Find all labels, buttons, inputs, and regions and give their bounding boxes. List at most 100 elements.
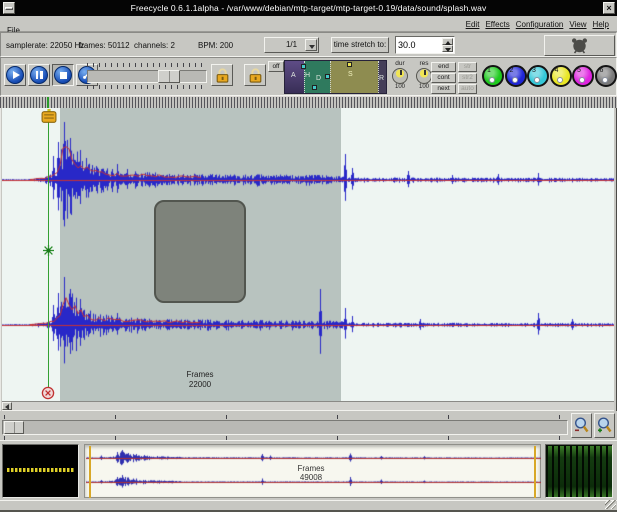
lock-right-button[interactable] — [244, 64, 266, 86]
slice-group-button-5[interactable]: 5 — [572, 65, 594, 87]
stop-button[interactable] — [52, 64, 74, 86]
menu-view[interactable]: View — [569, 20, 586, 29]
alarm-clock-icon — [570, 37, 589, 54]
volume-slider[interactable] — [87, 70, 207, 83]
slice-group-button-4[interactable]: 4 — [550, 65, 572, 87]
menu-configuration[interactable]: Configuration — [516, 20, 564, 29]
envelope-handle[interactable] — [325, 74, 330, 79]
slice-led-dashes — [7, 468, 75, 472]
zoom-slider[interactable] — [2, 420, 568, 435]
knob-dur-dial[interactable] — [392, 68, 408, 84]
spin-down-button[interactable] — [442, 45, 453, 52]
magnifier-plus-icon — [596, 416, 613, 435]
overview-frames-label: Frames — [261, 464, 361, 473]
mode-button-end[interactable]: end — [431, 62, 456, 72]
zoom-ticks-top — [4, 415, 564, 419]
zoom-in-button[interactable] — [594, 413, 615, 438]
menu-help[interactable]: Help — [593, 20, 609, 29]
envelope-label-a: A — [291, 72, 296, 79]
frames-readout-value: 22000 — [154, 380, 246, 390]
play-button[interactable] — [4, 64, 26, 86]
zoom-out-button[interactable] — [571, 413, 592, 438]
overview-start-marker[interactable] — [89, 446, 91, 498]
envelope-off-button[interactable]: off — [268, 61, 284, 72]
padlock-icon — [247, 67, 264, 84]
waveform-display[interactable]: Frames 22000 — [2, 108, 614, 401]
fraction-dropdown[interactable]: 1/1 — [264, 37, 319, 53]
menu-effects[interactable]: Effects — [485, 20, 509, 29]
resize-grip[interactable] — [605, 500, 616, 509]
arrow-left-icon — [5, 404, 9, 410]
cursor-mid-marker[interactable] — [42, 244, 55, 262]
cursor-grip-icon — [41, 109, 57, 125]
play-icon — [6, 66, 24, 84]
channels-label: channels: 2 — [134, 41, 175, 50]
window-menu-icon[interactable] — [3, 2, 15, 14]
stop-icon — [54, 66, 72, 84]
pause-icon — [30, 66, 48, 84]
spin-up-button[interactable] — [442, 38, 453, 45]
remove-cursor-icon — [41, 386, 55, 400]
mode-button-cont[interactable]: cont — [431, 73, 456, 83]
horizontal-scrollbar[interactable] — [2, 401, 614, 411]
scroll-left-button[interactable] — [2, 402, 12, 410]
menu-edit[interactable]: Edit — [466, 20, 480, 29]
overview-end-marker[interactable] — [534, 446, 536, 498]
envelope-handle[interactable] — [312, 85, 317, 90]
frames-label: frames: 50112 — [79, 41, 130, 50]
bpm-label: BPM: 200 — [198, 41, 233, 50]
time-stretch-button[interactable]: time stretch to: — [331, 37, 389, 53]
volume-slider-handle[interactable] — [158, 70, 180, 83]
pause-button[interactable] — [28, 64, 50, 86]
slice-group-button-1[interactable]: 1 — [482, 65, 504, 87]
slice-group-number: 6 — [600, 67, 604, 74]
timeline-ruler[interactable] — [0, 96, 617, 108]
zoom-slider-handle[interactable] — [4, 421, 24, 434]
knob-dur-label: dur — [389, 60, 411, 67]
overview-waveform[interactable]: Frames 49008 — [84, 444, 541, 498]
slice-group-button-6[interactable]: 6 — [595, 65, 617, 87]
overview-frames-readout: Frames 49008 — [261, 464, 361, 482]
slice-group-number: 2 — [510, 67, 514, 74]
cursor-handle[interactable] — [41, 109, 57, 130]
frames-readout: Frames 22000 — [154, 370, 246, 390]
envelope-editor[interactable]: AHDSR — [284, 60, 387, 94]
frames-readout-label: Frames — [154, 370, 246, 380]
envelope-label-h: H — [305, 72, 310, 79]
fraction-value: 1/1 — [286, 40, 297, 49]
window-menu-glyph — [5, 7, 13, 10]
envelope-label-s: S — [348, 71, 353, 78]
menu-bar: File EditEffectsConfigurationViewHelp — [0, 16, 617, 32]
slice-group-indicator — [489, 77, 495, 83]
slice-group-number: 4 — [555, 67, 559, 74]
slice-handle[interactable] — [154, 200, 246, 303]
slice-group-number: 5 — [577, 67, 581, 74]
mode-button-auto: auto — [458, 84, 477, 94]
freecycle-window: Freecycle 0.6.1.1alpha - /var/www/debian… — [0, 0, 617, 512]
envelope-handle[interactable] — [347, 62, 352, 67]
slice-group-button-3[interactable]: 3 — [527, 65, 549, 87]
envelope-handle[interactable] — [301, 64, 306, 69]
cursor-delete-marker[interactable] — [41, 386, 55, 401]
slice-group-number: 1 — [487, 67, 491, 74]
envelope-sustain-zone — [330, 61, 378, 93]
mode-button-next[interactable]: next — [431, 84, 456, 94]
metronome-button[interactable] — [544, 35, 615, 56]
slice-group-indicator — [534, 77, 540, 83]
knob-res-dial[interactable] — [416, 68, 432, 84]
close-button[interactable]: × — [603, 2, 615, 14]
window-title: Freecycle 0.6.1.1alpha - /var/www/debian… — [0, 3, 617, 13]
slice-group-indicator — [579, 77, 585, 83]
slice-group-number: 3 — [532, 67, 536, 74]
volume-slider-ticks-top — [87, 63, 207, 67]
slice-group-button-2[interactable]: 2 — [505, 65, 527, 87]
time-stretch-input[interactable] — [398, 38, 440, 52]
title-bar[interactable]: Freecycle 0.6.1.1alpha - /var/www/debian… — [0, 0, 617, 16]
lock-left-button[interactable] — [211, 64, 233, 86]
status-bar — [0, 500, 617, 512]
close-icon: × — [606, 4, 611, 13]
magnifier-minus-icon — [573, 416, 590, 435]
slice-group-indicator — [557, 77, 563, 83]
waveform-canvas — [2, 108, 614, 401]
overview-row: Frames 49008 — [0, 440, 617, 500]
